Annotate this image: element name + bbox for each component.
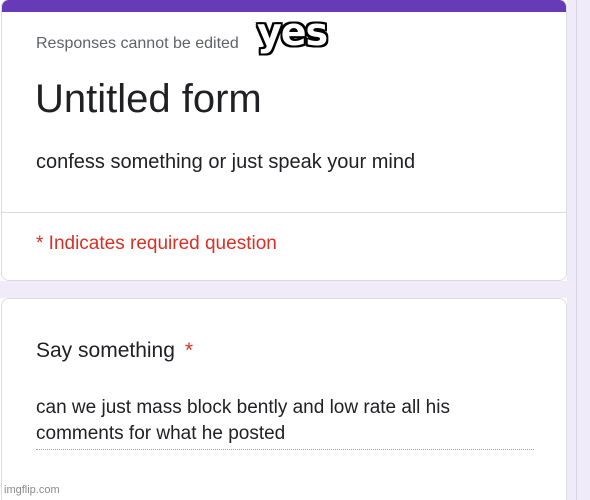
page-background-strip (567, 0, 590, 500)
question-title-text: Say something (36, 339, 175, 362)
required-asterisk: * (184, 339, 194, 362)
question-card: Say something * can we just mass block be… (1, 298, 567, 500)
responses-notice: Responses cannot be edited (36, 35, 239, 52)
scrollbar-track[interactable] (576, 0, 577, 500)
question-title: Say something * (36, 339, 193, 363)
answer-input[interactable]: can we just mass block bently and low ra… (36, 395, 516, 447)
answer-underline (36, 449, 534, 450)
card-gap (0, 281, 567, 298)
form-title: Untitled form (35, 77, 262, 121)
form-description: confess something or just speak your min… (36, 151, 416, 173)
header-divider (2, 212, 566, 213)
imgflip-watermark: imgflip.com (4, 484, 60, 496)
meme-caption: yes (257, 10, 328, 54)
form-page: Responses cannot be edited Untitled form… (0, 0, 590, 500)
required-question-note: * Indicates required question (36, 233, 277, 254)
